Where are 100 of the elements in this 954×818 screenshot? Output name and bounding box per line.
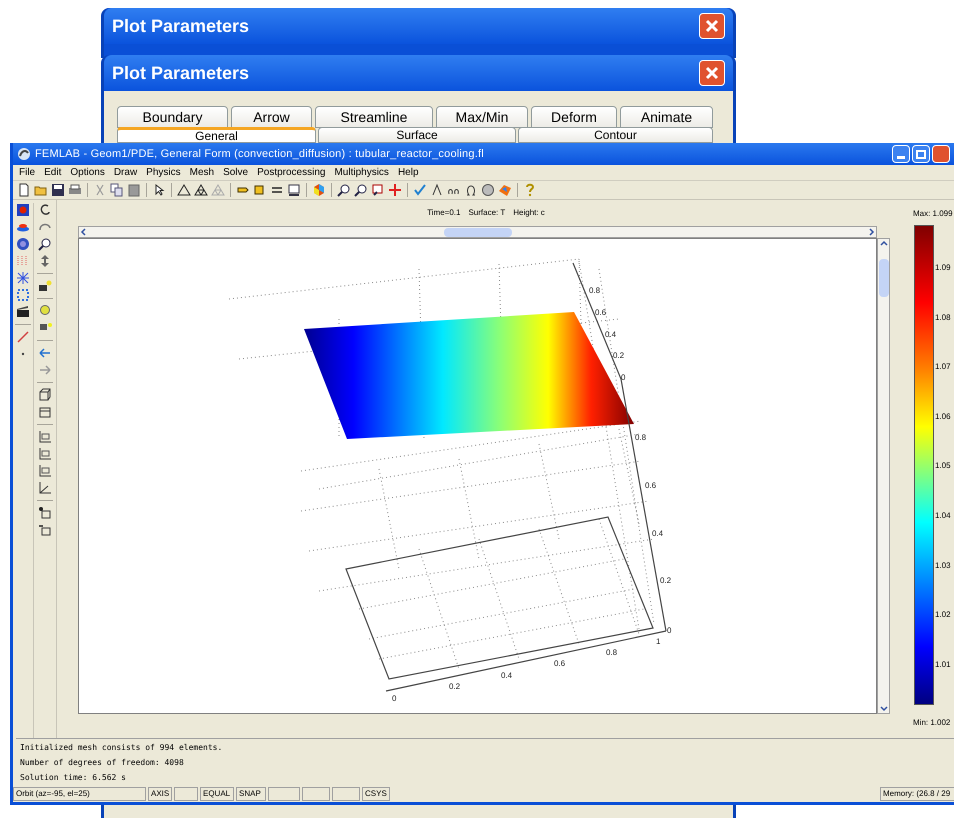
tick-label: 1 — [656, 637, 660, 646]
log-message: Initialized mesh consists of 994 elements. — [20, 742, 224, 754]
paste-icon[interactable] — [127, 183, 141, 197]
tab[interactable]: Arrow — [231, 106, 312, 128]
menu-item[interactable]: Draw — [114, 165, 138, 180]
scale-tick-label: 1.09 — [935, 263, 951, 273]
streamline-icon[interactable] — [16, 271, 30, 285]
triangle-icon[interactable] — [177, 183, 191, 197]
tab[interactable]: Boundary — [117, 106, 228, 128]
menu-item[interactable]: Postprocessing — [257, 165, 326, 180]
tick-label: 0 — [392, 694, 396, 703]
color-cube-icon[interactable] — [312, 183, 326, 197]
tab[interactable]: General — [117, 127, 316, 143]
zoom-in-icon[interactable] — [337, 183, 351, 197]
zoom-window-icon[interactable] — [371, 183, 385, 197]
tab[interactable]: Animate — [620, 106, 713, 128]
tick-label: 0 — [621, 373, 626, 382]
cube-icon[interactable] — [38, 388, 52, 402]
zoom-icon[interactable] — [38, 237, 52, 251]
clapperboard-icon[interactable] — [16, 305, 30, 319]
menu-item[interactable]: Physics — [146, 165, 181, 180]
tick-label: 0.6 — [554, 659, 566, 668]
plot-header-text: Surface: T — [468, 207, 506, 219]
minimize-button[interactable] — [892, 145, 910, 163]
scale-tick-label: 1.02 — [935, 610, 951, 620]
maximize-icon[interactable] — [916, 150, 926, 158]
scrollbar-thumb[interactable] — [444, 228, 512, 236]
scale-tick-label: 1.03 — [935, 560, 951, 571]
close-button[interactable] — [932, 145, 950, 163]
status-pane — [174, 787, 198, 801]
line-icon[interactable] — [16, 330, 30, 344]
tick-label: 0.6 — [595, 308, 606, 317]
max-label: Max: 1.099 — [913, 208, 953, 220]
status-text: Orbit (az=-95, el=25) — [13, 787, 146, 801]
vertical-scrollbar[interactable] — [877, 238, 890, 714]
menu-item[interactable]: Multiphysics — [334, 165, 389, 180]
box-icon[interactable] — [38, 405, 52, 419]
memory-status: Memory: (26.8 / 29 — [880, 787, 954, 801]
add-cube-icon[interactable] — [38, 506, 52, 520]
tick-label: 0.4 — [652, 529, 664, 538]
log-message: Solution time: 6.562 s — [20, 772, 127, 784]
menu-item[interactable]: Help — [398, 165, 419, 180]
menu-item[interactable]: Edit — [44, 165, 62, 180]
tick-label: 0.8 — [589, 286, 600, 295]
surface-plot-icon[interactable] — [16, 203, 30, 217]
status-pane — [332, 787, 360, 801]
tab[interactable]: Contour — [518, 127, 713, 143]
close-button[interactable] — [699, 60, 725, 86]
check-icon[interactable] — [413, 183, 427, 197]
status-pane — [268, 787, 300, 801]
mesh-icon[interactable] — [194, 183, 208, 197]
menu-item[interactable]: Solve — [223, 165, 248, 180]
yz-view-icon[interactable] — [38, 447, 52, 461]
tick-label: 0.2 — [613, 351, 624, 360]
scale-tick-label: 1.05 — [935, 461, 951, 472]
close-button[interactable] — [699, 13, 725, 39]
window-title: FEMLAB - Geom1/PDE, General Form (convection_diffusion) : tubular_reactor_cooling.fl — [35, 146, 485, 162]
status-pane — [302, 787, 330, 801]
rotate-icon[interactable] — [38, 203, 52, 217]
log-message: Number of degrees of freedom: 4098 — [20, 757, 185, 769]
dialog-title: Plot Parameters — [112, 14, 250, 38]
tick-label: 0.2 — [449, 682, 460, 691]
app-logo-icon — [17, 147, 31, 161]
remove-cube-icon[interactable] — [38, 523, 52, 537]
tick-label: 0.4 — [605, 330, 616, 339]
dialog-title: Plot Parameters — [112, 62, 250, 84]
tick-label: 0.2 — [660, 576, 672, 585]
horizontal-scrollbar[interactable] — [78, 226, 877, 238]
scale-tick-label: 1.06 — [935, 412, 951, 422]
tab[interactable]: Max/Min — [436, 106, 528, 128]
close-icon[interactable] — [705, 66, 719, 80]
dashed-square-icon[interactable] — [16, 288, 30, 302]
menu-item[interactable]: Options — [70, 165, 105, 180]
menu-item[interactable]: Mesh — [190, 165, 214, 180]
tab[interactable]: Deform — [531, 106, 617, 128]
copy-icon[interactable] — [110, 183, 124, 197]
maximize-button[interactable] — [912, 145, 930, 163]
printer-icon[interactable] — [68, 183, 82, 197]
new-file-icon[interactable] — [17, 183, 31, 197]
tab[interactable]: Streamline — [315, 106, 433, 128]
tick-label: 0.8 — [635, 433, 646, 442]
omega-icon[interactable] — [464, 183, 478, 197]
scale-tick-label: 1.01 — [935, 660, 951, 670]
circle-plot-icon[interactable] — [16, 237, 30, 251]
close-icon[interactable] — [705, 19, 719, 33]
menu-item[interactable]: File — [19, 165, 36, 180]
plot-header-text: Time=0.1 — [427, 207, 460, 219]
sphere-icon[interactable] — [481, 183, 495, 197]
surface-plot-icon[interactable] — [498, 183, 512, 197]
scrollbar-thumb[interactable] — [878, 259, 888, 297]
tick-label: 0.6 — [645, 481, 656, 490]
arrow-left-icon[interactable] — [38, 346, 52, 360]
xy-view-icon[interactable] — [38, 430, 52, 444]
save-icon[interactable] — [51, 183, 65, 197]
tab[interactable]: Surface — [318, 127, 516, 143]
zx-view-icon[interactable] — [38, 464, 52, 478]
zoom-out-icon[interactable] — [354, 183, 368, 197]
light-bulb-icon[interactable] — [38, 304, 52, 318]
tick-label: 0.8 — [606, 648, 618, 657]
tick-label: 0 — [667, 626, 672, 635]
